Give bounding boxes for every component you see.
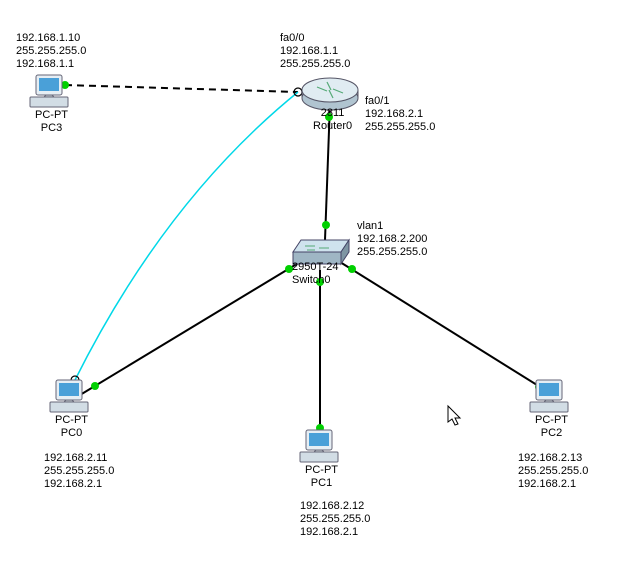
label-router0: 2811 Router0	[313, 107, 352, 133]
info-pc1: 192.168.2.12 255.255.255.0 192.168.2.1	[300, 500, 370, 540]
label-switch0: 2950T-24 Switch0	[292, 261, 338, 287]
cursor-icon	[448, 406, 460, 425]
device-pc2[interactable]	[530, 380, 568, 412]
device-pc1[interactable]	[300, 430, 338, 462]
info-switch-vlan: vlan1 192.168.2.200 255.255.255.0	[357, 220, 427, 260]
info-router-fa00: fa0/0 192.168.1.1 255.255.255.0	[280, 32, 350, 72]
link-switch0-pc0	[80, 262, 300, 395]
link-pc0-router0-console	[75, 92, 298, 380]
link-switch0-pc2	[340, 262, 545, 390]
label-pc0: PC-PT PC0	[55, 414, 88, 440]
device-router0[interactable]	[302, 78, 358, 110]
device-pc3[interactable]	[30, 75, 68, 107]
label-pc2: PC-PT PC2	[535, 414, 568, 440]
label-pc1: PC-PT PC1	[305, 464, 338, 490]
info-pc2: 192.168.2.13 255.255.255.0 192.168.2.1	[518, 452, 588, 492]
info-pc3: 192.168.1.10 255.255.255.0 192.168.1.1	[16, 32, 86, 72]
device-pc0[interactable]	[50, 380, 88, 412]
linklight-pc0	[91, 382, 99, 390]
linklight-switch-pc2	[348, 265, 356, 273]
label-pc3: PC-PT PC3	[35, 109, 68, 135]
info-pc0: 192.168.2.11 255.255.255.0 192.168.2.1	[44, 452, 114, 492]
link-pc3-router0	[65, 85, 298, 92]
linklight-switch-uplink	[322, 221, 330, 229]
info-router-fa01: fa0/1 192.168.2.1 255.255.255.0	[365, 95, 435, 135]
